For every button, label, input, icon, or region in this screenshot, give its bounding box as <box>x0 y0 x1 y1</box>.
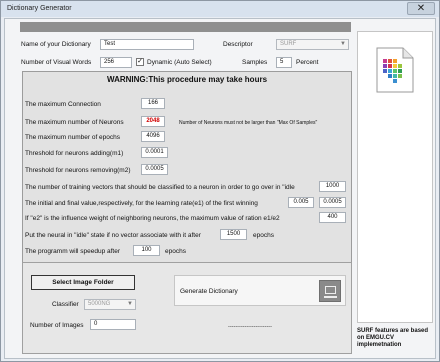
speedup-epochs-input[interactable]: 100 <box>133 245 160 256</box>
samples-label: Samples <box>242 59 268 66</box>
generate-dictionary-button[interactable]: Generate Dictionary <box>174 275 346 306</box>
dictionary-name-input[interactable]: Test <box>100 39 194 50</box>
select-image-folder-button[interactable]: Select Image Folder <box>31 275 135 290</box>
speedup-prefix-label: The programm will speedup after <box>25 248 121 255</box>
speedup-suffix-label: epochs <box>165 248 186 255</box>
learning-rate-final-input[interactable]: 0.0005 <box>319 197 346 208</box>
classifier-value: 5000NG <box>88 301 111 307</box>
max-connection-label: The maximum Connection <box>25 101 101 108</box>
training-vectors-input[interactable]: 1000 <box>319 181 346 192</box>
close-button[interactable]: ✕ <box>407 2 435 15</box>
max-epochs-input[interactable]: 4096 <box>141 131 165 142</box>
chevron-down-icon: ▼ <box>340 41 346 47</box>
top-header-bar <box>20 22 351 32</box>
visual-words-input[interactable]: 256 <box>100 57 132 68</box>
dictionary-name-label: Name of your Dictionary <box>21 41 91 48</box>
title-bar[interactable]: Dictionary Generator ✕ <box>1 1 439 17</box>
idle-suffix-label: epochs <box>253 232 274 239</box>
classifier-label: Classifier <box>52 301 79 308</box>
influence-ratio-label: If "e2" is the influence weight of neigh… <box>25 215 280 222</box>
neurons-note: Number of Neurons must not be larger tha… <box>179 120 318 126</box>
side-preview-panel <box>357 31 433 323</box>
threshold-adding-input[interactable]: 0.0001 <box>141 147 168 158</box>
max-connection-input[interactable]: 166 <box>141 98 165 109</box>
idle-prefix-label: Put the neural in "idle" state if no vec… <box>25 232 201 239</box>
chevron-down-icon: ▼ <box>127 301 133 307</box>
number-of-images-label: Number of Images <box>30 322 84 329</box>
window-title: Dictionary Generator <box>7 5 72 12</box>
max-epochs-label: The maximum number of epochs <box>25 134 121 141</box>
max-neurons-label: The maximum number of Neurons <box>25 119 124 126</box>
status-text: ------------------------ <box>228 324 272 330</box>
max-neurons-input[interactable]: 2048 <box>141 116 165 127</box>
checkmark-icon: ✓ <box>137 58 143 65</box>
surf-note: SURF features are based on EMGU.CV imple… <box>357 328 429 348</box>
dynamic-checkbox[interactable]: ✓ <box>136 58 144 66</box>
generate-dictionary-label: Generate Dictionary <box>180 288 238 295</box>
idle-epochs-input[interactable]: 1500 <box>220 229 247 240</box>
descriptor-select[interactable]: SURF ▼ <box>276 39 349 50</box>
learning-rate-initial-input[interactable]: 0.005 <box>288 197 314 208</box>
training-vectors-label: The number of training vectors that shou… <box>25 184 295 191</box>
client-area: Name of your Dictionary Test Descriptor … <box>4 18 436 359</box>
classifier-select[interactable]: 5000NG ▼ <box>84 299 136 310</box>
dictionary-generator-window: Dictionary Generator ✕ Name of your Dict… <box>0 0 440 362</box>
neural-gas-parameters-panel: WARNING:This procedure may take hours Th… <box>22 71 352 276</box>
generation-panel: Select Image Folder Classifier 5000NG ▼ … <box>22 262 352 354</box>
influence-ratio-input[interactable]: 400 <box>319 212 346 223</box>
descriptor-label: Descriptor <box>223 41 253 48</box>
number-of-images-input[interactable]: 0 <box>90 319 136 330</box>
dictionary-document-icon <box>376 47 414 93</box>
percent-label: Percent <box>296 59 319 66</box>
dynamic-label: Dynamic (Auto Select) <box>147 59 212 66</box>
learning-rate-label: The initial and final value,respectively… <box>25 200 258 207</box>
warning-title: WARNING:This procedure may take hours <box>106 75 268 84</box>
threshold-adding-label: Threshold for neurons adding(m1) <box>25 150 124 157</box>
descriptor-value: SURF <box>280 41 297 47</box>
threshold-removing-input[interactable]: 0.0005 <box>141 164 168 175</box>
samples-input[interactable]: 5 <box>276 57 292 68</box>
threshold-removing-label: Threshold for neurons removing(m2) <box>25 167 131 174</box>
visual-words-label: Number of Visual Words <box>21 59 92 66</box>
monitor-icon <box>319 280 341 302</box>
